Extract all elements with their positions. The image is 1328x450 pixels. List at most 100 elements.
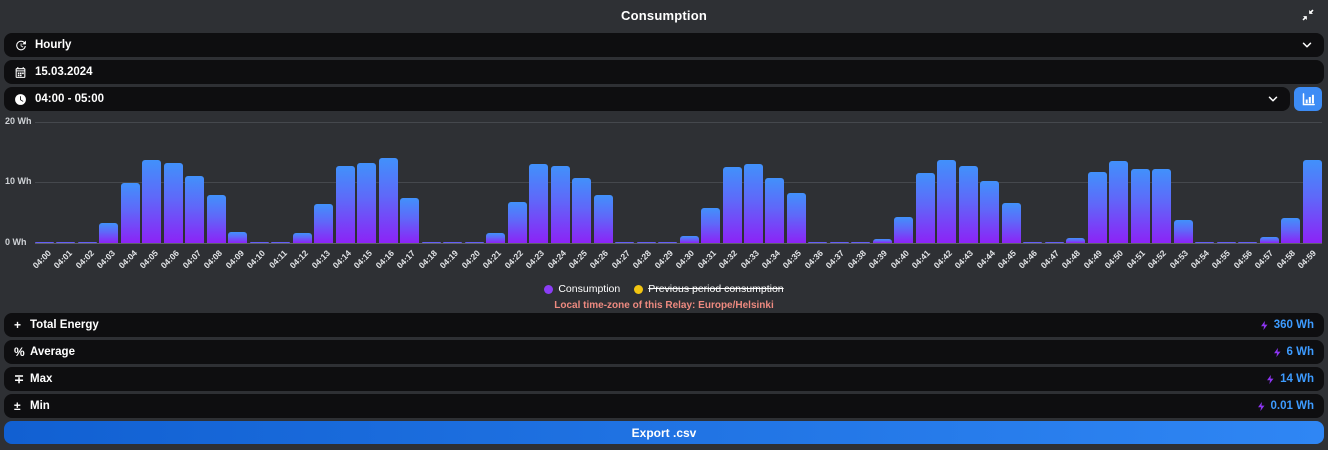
period-select[interactable]: Hourly [4,33,1324,57]
bar-04:42[interactable] [937,160,956,243]
bar-04:59[interactable] [1303,160,1322,243]
x-axis-label: 04:40 [888,248,910,270]
bar-04:03[interactable] [99,223,118,243]
stat-row-max[interactable]: ∓ Max 14 Wh [4,367,1324,391]
bar-04:25[interactable] [572,178,591,243]
stat-row-min[interactable]: ± Min 0.01 Wh [4,394,1324,418]
bar-04:35[interactable] [787,193,806,243]
bar-04:31[interactable] [701,208,720,243]
x-axis-label: 04:58 [1274,248,1296,270]
bar-04:38[interactable] [851,242,870,243]
bar-04:47[interactable] [1045,242,1064,243]
x-axis-label: 04:54 [1189,248,1211,270]
max-icon: ∓ [14,372,30,386]
bar-04:05[interactable] [142,160,161,243]
bar-04:36[interactable] [808,242,827,243]
legend-label: Previous period consumption [648,283,783,295]
lightning-icon [1259,320,1270,331]
legend-item-consumption[interactable]: Consumption [544,283,620,295]
bar-04:33[interactable] [744,164,763,243]
bar-04:48[interactable] [1066,238,1085,243]
bar-04:15[interactable] [357,163,376,243]
bar-04:18[interactable] [422,242,441,243]
bar-04:24[interactable] [551,166,570,243]
bar-04:57[interactable] [1260,237,1279,243]
bar-04:41[interactable] [916,173,935,243]
titlebar: Consumption [0,0,1328,30]
bar-04:11[interactable] [271,242,290,243]
bar-04:50[interactable] [1109,161,1128,243]
bar-04:19[interactable] [443,242,462,243]
x-axis-label: 04:44 [974,248,996,270]
bar-04:07[interactable] [185,176,204,243]
stat-value: 6 Wh [1287,346,1314,358]
bar-04:55[interactable] [1217,242,1236,243]
stat-label: Average [30,346,75,358]
bar-04:16[interactable] [379,158,398,243]
bar-04:13[interactable] [314,204,333,243]
bar-04:39[interactable] [873,239,892,243]
stat-row-total-energy[interactable]: + Total Energy 360 Wh [4,313,1324,337]
bar-04:44[interactable] [980,181,999,243]
bar-04:34[interactable] [765,178,784,243]
x-axis-label: 04:56 [1232,248,1254,270]
x-axis-label: 04:32 [717,248,739,270]
export-csv-button[interactable]: Export .csv [4,421,1324,444]
y-axis-tick: 20 Wh [5,116,32,126]
plot-area [35,122,1322,243]
bar-04:40[interactable] [894,217,913,243]
period-value: Hourly [35,39,71,51]
x-axis-label: 04:52 [1146,248,1168,270]
bar-04:21[interactable] [486,233,505,243]
x-axis-label: 04:46 [1017,248,1039,270]
legend-item-previous[interactable]: Previous period consumption [634,283,783,295]
bar-04:51[interactable] [1131,169,1150,243]
bar-04:08[interactable] [207,195,226,243]
stat-row-average[interactable]: % Average 6 Wh [4,340,1324,364]
collapse-button[interactable] [1296,4,1320,26]
x-axis-label: 04:48 [1060,248,1082,270]
bar-04:12[interactable] [293,233,312,243]
bar-04:26[interactable] [594,195,613,243]
bar-04:01[interactable] [56,242,75,243]
bar-04:58[interactable] [1281,218,1300,243]
bar-04:49[interactable] [1088,172,1107,243]
bar-04:29[interactable] [658,242,677,243]
bar-04:14[interactable] [336,166,355,243]
bar-04:09[interactable] [228,232,247,243]
bar-04:56[interactable] [1238,242,1257,243]
bar-04:10[interactable] [250,242,269,243]
bar-04:45[interactable] [1002,203,1021,243]
stat-label: Total Energy [30,319,99,331]
bar-04:30[interactable] [680,236,699,243]
bar-04:53[interactable] [1174,220,1193,243]
chevron-down-icon [1300,38,1314,52]
bar-04:28[interactable] [637,242,656,243]
x-axis-label: 04:49 [1081,248,1103,270]
bar-04:43[interactable] [959,166,978,243]
bar-04:23[interactable] [529,164,548,243]
chart-type-button[interactable] [1294,87,1322,111]
bar-04:20[interactable] [465,242,484,243]
stat-value: 0.01 Wh [1271,400,1314,412]
bar-04:04[interactable] [121,183,140,244]
bar-04:00[interactable] [35,242,54,243]
bar-04:17[interactable] [400,198,419,243]
x-axis-label: 04:09 [223,248,245,270]
legend-dot [634,285,643,294]
date-input[interactable]: 15.03.2024 [4,60,1324,84]
time-range-select[interactable]: 04:00 - 05:00 [4,87,1290,111]
bar-04:32[interactable] [723,167,742,243]
plus-icon: + [14,318,30,332]
y-axis-tick: 10 Wh [5,176,32,186]
bar-04:52[interactable] [1152,169,1171,243]
bar-04:22[interactable] [508,202,527,243]
x-axis-label: 04:10 [245,248,267,270]
bar-04:02[interactable] [78,242,97,243]
bar-04:06[interactable] [164,163,183,243]
bar-04:46[interactable] [1023,242,1042,243]
bar-04:37[interactable] [830,242,849,243]
x-axis-label: 04:14 [331,248,353,270]
bar-04:54[interactable] [1195,242,1214,243]
bar-04:27[interactable] [615,242,634,243]
